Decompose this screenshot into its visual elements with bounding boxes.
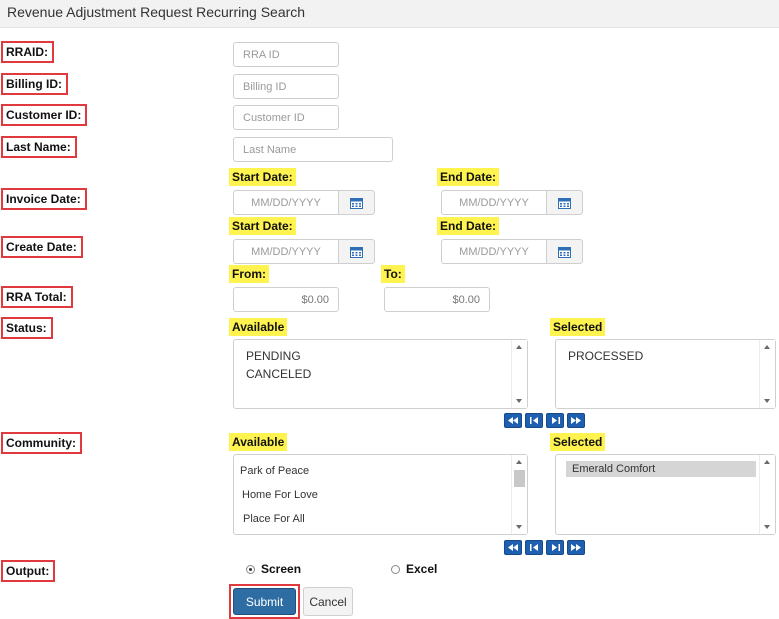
output-screen-radio[interactable]: Screen <box>246 562 301 576</box>
community-transfer-buttons <box>504 540 585 555</box>
radio-checked-icon <box>246 564 255 574</box>
move-all-left-button[interactable] <box>504 413 522 428</box>
arrow-right-icon <box>551 417 560 424</box>
total-from-label: From: <box>229 265 269 283</box>
output-screen-label: Screen <box>261 562 302 576</box>
label-status: Status: <box>1 317 53 339</box>
scroll-down-icon <box>516 525 522 529</box>
label-invoice-date: Invoice Date: <box>1 188 87 210</box>
label-billing-id: Billing ID: <box>1 73 68 95</box>
double-arrow-left-icon <box>508 544 518 551</box>
invoice-end-date-input[interactable]: MM/DD/YYYY <box>441 190 546 215</box>
create-start-date-input[interactable]: MM/DD/YYYY <box>233 239 338 264</box>
label-output: Output: <box>1 560 56 582</box>
last-name-input[interactable]: Last Name <box>233 137 393 162</box>
community-available-items: Park of Peace Home For Love Place For Al… <box>234 455 511 534</box>
output-excel-label: Excel <box>406 562 438 576</box>
invoice-start-date-picker: MM/DD/YYYY <box>233 190 375 215</box>
submit-button[interactable]: Submit <box>233 588 296 615</box>
status-selected-items: PROCESSED <box>556 340 759 408</box>
total-from-input[interactable]: $0.00 <box>233 287 339 312</box>
calendar-icon <box>350 246 363 258</box>
status-selected-list[interactable]: PROCESSED <box>555 339 776 409</box>
scrollbar[interactable] <box>511 455 527 534</box>
calendar-icon <box>558 246 571 258</box>
label-create-date: Create Date: <box>1 236 83 258</box>
move-all-right-button[interactable] <box>567 413 585 428</box>
invoice-start-date-label: Start Date: <box>229 168 296 186</box>
total-to-label: To: <box>381 265 405 283</box>
page-title: Revenue Adjustment Request Recurring Sea… <box>7 4 306 20</box>
invoice-start-date-input[interactable]: MM/DD/YYYY <box>233 190 338 215</box>
community-selected-label: Selected <box>550 433 606 451</box>
submit-button-outline: Submit <box>229 584 300 619</box>
move-all-right-button[interactable] <box>567 540 585 555</box>
move-left-button[interactable] <box>525 540 543 555</box>
list-item[interactable]: CANCELED <box>246 367 311 381</box>
calendar-button[interactable] <box>546 190 583 215</box>
label-community: Community: <box>1 432 82 454</box>
scroll-down-icon <box>764 525 770 529</box>
invoice-end-date-picker: MM/DD/YYYY <box>441 190 583 215</box>
arrow-left-icon <box>529 544 538 551</box>
label-rraid: RRAID: <box>1 41 54 63</box>
status-transfer-buttons <box>504 413 585 428</box>
calendar-icon <box>558 197 571 209</box>
move-left-button[interactable] <box>525 413 543 428</box>
scrollbar[interactable] <box>759 340 775 408</box>
radio-unchecked-icon <box>391 564 400 574</box>
scroll-down-icon <box>764 399 770 403</box>
status-available-items: PENDING CANCELED <box>234 340 511 408</box>
billing-id-input[interactable]: Billing ID <box>233 74 339 99</box>
community-selected-items: Emerald Comfort <box>556 455 759 534</box>
label-customer-id: Customer ID: <box>1 104 88 126</box>
label-last-name: Last Name: <box>1 136 77 158</box>
list-item[interactable]: PENDING <box>246 349 301 363</box>
arrow-right-icon <box>551 544 560 551</box>
rraid-input[interactable]: RRA ID <box>233 42 339 67</box>
customer-id-input[interactable]: Customer ID <box>233 105 339 130</box>
move-right-button[interactable] <box>546 413 564 428</box>
calendar-button[interactable] <box>338 190 375 215</box>
double-arrow-right-icon <box>571 417 581 424</box>
output-excel-radio[interactable]: Excel <box>391 562 437 576</box>
status-selected-label: Selected <box>550 318 606 336</box>
create-end-date-label: End Date: <box>437 217 500 235</box>
create-start-date-label: Start Date: <box>229 217 296 235</box>
status-available-label: Available <box>229 318 288 336</box>
scroll-up-icon <box>516 345 522 349</box>
arrow-left-icon <box>529 417 538 424</box>
scroll-up-icon <box>516 460 522 464</box>
community-selected-list[interactable]: Emerald Comfort <box>555 454 776 535</box>
scroll-up-icon <box>764 345 770 349</box>
scrollbar[interactable] <box>511 340 527 408</box>
scrollbar-thumb[interactable] <box>514 470 525 487</box>
community-available-list[interactable]: Park of Peace Home For Love Place For Al… <box>233 454 528 535</box>
calendar-button[interactable] <box>338 239 375 264</box>
create-end-date-input[interactable]: MM/DD/YYYY <box>441 239 546 264</box>
list-item[interactable]: Park of Peace <box>240 465 309 477</box>
create-start-date-picker: MM/DD/YYYY <box>233 239 375 264</box>
label-rra-total: RRA Total: <box>1 286 73 308</box>
community-available-label: Available <box>229 433 288 451</box>
scrollbar[interactable] <box>759 455 775 534</box>
double-arrow-left-icon <box>508 417 518 424</box>
calendar-button[interactable] <box>546 239 583 264</box>
list-item-selected[interactable]: Emerald Comfort <box>566 461 756 477</box>
list-item[interactable]: PROCESSED <box>568 349 643 363</box>
create-end-date-picker: MM/DD/YYYY <box>441 239 583 264</box>
cancel-button[interactable]: Cancel <box>303 587 353 616</box>
scroll-down-icon <box>516 399 522 403</box>
list-item[interactable]: Home For Love <box>242 489 318 501</box>
status-available-list[interactable]: PENDING CANCELED <box>233 339 528 409</box>
move-all-left-button[interactable] <box>504 540 522 555</box>
double-arrow-right-icon <box>571 544 581 551</box>
page-header: Revenue Adjustment Request Recurring Sea… <box>0 0 779 28</box>
list-item[interactable]: Place For All <box>243 513 305 525</box>
invoice-end-date-label: End Date: <box>437 168 500 186</box>
calendar-icon <box>350 197 363 209</box>
scroll-up-icon <box>764 460 770 464</box>
move-right-button[interactable] <box>546 540 564 555</box>
total-to-input[interactable]: $0.00 <box>384 287 490 312</box>
